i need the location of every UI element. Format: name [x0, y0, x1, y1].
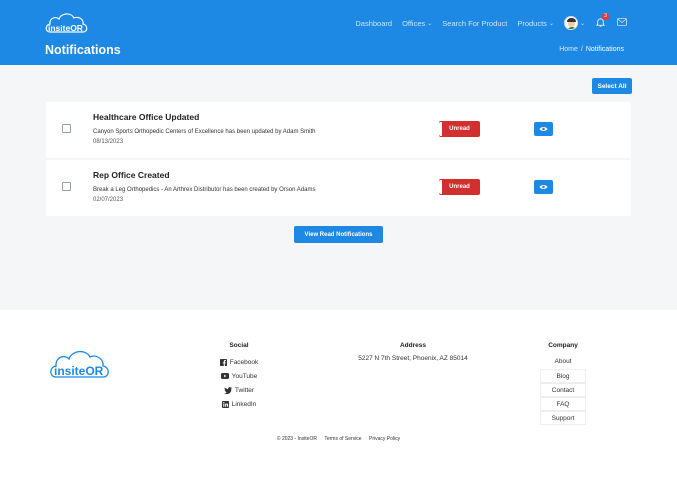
footer-link-support[interactable]: Support: [540, 411, 586, 425]
eye-icon: [539, 126, 548, 132]
notification-description: Canyon Sports Orthopedic Centers of Exce…: [93, 129, 316, 135]
main-content: Select All Healthcare Office Updated Can…: [0, 65, 677, 310]
notification-description: Break a Leg Orthopedics - An Arthrex Dis…: [93, 187, 316, 193]
user-menu[interactable]: ⌄: [563, 16, 585, 30]
view-notification-button[interactable]: [534, 122, 553, 136]
unread-label: Unread: [449, 126, 470, 132]
twitter-icon: [223, 386, 232, 394]
unread-toggle-button[interactable]: Unread: [439, 121, 480, 137]
main-nav: Dashboard Offices ⌄ Search For Product Pr…: [355, 13, 627, 30]
nav-offices[interactable]: Offices ⌄: [402, 19, 432, 28]
footer-link-about[interactable]: About: [540, 355, 586, 369]
notification-count-badge: 3: [602, 13, 609, 20]
breadcrumb-current: Notifications: [585, 46, 624, 53]
chevron-down-icon: ⌄: [579, 20, 585, 27]
svg-text:insiteOR: insiteOR: [54, 364, 104, 378]
logo[interactable]: insiteOR: [44, 10, 90, 36]
top-header: insiteOR Dashboard Offices ⌄ Search For P…: [0, 0, 677, 65]
nav-dashboard[interactable]: Dashboard: [355, 19, 392, 28]
notification-date: 08/13/2023: [93, 139, 124, 145]
social-link-youtube[interactable]: YouTube: [207, 369, 271, 383]
notification-card: Rep Office Created Break a Leg Orthopedi…: [46, 160, 631, 216]
breadcrumb-home[interactable]: Home: [559, 46, 578, 53]
nav-dashboard-label: Dashboard: [355, 18, 393, 28]
chevron-down-icon: ⌄: [427, 20, 433, 27]
eye-icon: [539, 184, 548, 190]
view-notification-button[interactable]: [534, 180, 553, 194]
avatar: [563, 16, 578, 30]
footer-link-contact[interactable]: Contact: [540, 383, 586, 397]
page-title: Notifications: [45, 43, 121, 57]
youtube-label: YouTube: [231, 372, 258, 380]
nav-search-product[interactable]: Search For Product: [442, 19, 507, 28]
footer: insiteOR Social Facebook YouTube Twitter…: [0, 310, 677, 477]
facebook-label: Facebook: [229, 358, 259, 366]
notifications-bell[interactable]: 3: [595, 13, 609, 29]
notification-title: Healthcare Office Updated: [93, 112, 200, 122]
svg-text:insiteOR: insiteOR: [48, 23, 83, 33]
social-heading: Social: [229, 342, 249, 349]
linkedin-label: LinkedIn: [231, 400, 257, 408]
social-link-facebook[interactable]: Facebook: [207, 355, 271, 369]
company-heading: Company: [548, 342, 578, 349]
footer-social: Social Facebook YouTube Twitter LinkedIn: [207, 342, 271, 411]
privacy-link[interactable]: Privacy Policy: [369, 436, 400, 442]
unread-label: Unread: [449, 184, 470, 190]
nav-search-product-label: Search For Product: [442, 18, 508, 28]
notification-checkbox[interactable]: [62, 182, 71, 191]
messages-button[interactable]: [617, 18, 627, 28]
envelope-icon: [617, 18, 627, 26]
nav-products[interactable]: Products ⌄: [517, 19, 554, 28]
select-all-button[interactable]: Select All: [592, 78, 632, 94]
notification-checkbox[interactable]: [62, 124, 71, 133]
notification-title: Rep Office Created: [93, 170, 170, 180]
footer-link-blog[interactable]: Blog: [540, 369, 586, 383]
terms-link[interactable]: Terms of Service: [324, 436, 361, 442]
copyright-text: © 2023 - InsiteOR: [276, 436, 317, 442]
facebook-icon: [219, 358, 227, 366]
view-read-notifications-button[interactable]: View Read Notifications: [294, 226, 383, 243]
footer-link-faq[interactable]: FAQ: [540, 397, 586, 411]
nav-offices-label: Offices: [402, 18, 426, 28]
copyright: © 2023 - InsiteOR Terms of Service Priva…: [0, 436, 677, 442]
address-text: 5227 N 7th Street; Phoenix, AZ 85014: [358, 355, 468, 362]
social-link-twitter[interactable]: Twitter: [207, 383, 271, 397]
cloud-logo-icon: insiteOR: [45, 13, 88, 33]
linkedin-icon: [221, 400, 229, 408]
chevron-down-icon: ⌄: [548, 20, 554, 27]
footer-address: Address 5227 N 7th Street; Phoenix, AZ 8…: [330, 342, 496, 362]
footer-logo[interactable]: insiteOR: [48, 346, 112, 382]
cloud-logo-icon: insiteOR: [50, 350, 109, 378]
unread-toggle-button[interactable]: Unread: [439, 179, 480, 195]
nav-products-label: Products: [517, 18, 547, 28]
twitter-label: Twitter: [234, 386, 255, 394]
footer-company: Company About Blog Contact FAQ Support: [540, 342, 586, 425]
youtube-icon: [220, 373, 229, 379]
notification-card: Healthcare Office Updated Canyon Sports …: [46, 102, 631, 158]
address-heading: Address: [399, 342, 426, 349]
breadcrumb: Home / Notifications: [559, 46, 624, 53]
social-link-linkedin[interactable]: LinkedIn: [207, 397, 271, 411]
breadcrumb-separator: /: [580, 46, 583, 53]
notification-date: 02/07/2023: [93, 197, 124, 203]
